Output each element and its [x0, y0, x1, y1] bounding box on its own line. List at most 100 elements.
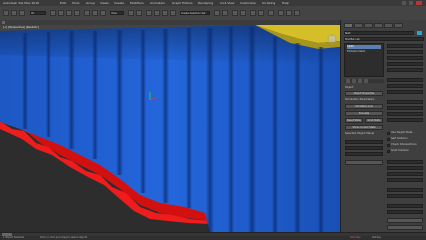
param-field-11[interactable]	[387, 112, 423, 116]
param-field-3[interactable]	[387, 56, 423, 60]
rotate-icon[interactable]	[92, 10, 98, 16]
object-color-swatch[interactable]	[417, 31, 422, 35]
snaps-toggle-icon[interactable]	[146, 10, 152, 16]
self-collision-checkbox[interactable]	[387, 138, 390, 141]
mirror-icon[interactable]	[214, 10, 220, 16]
align-icon[interactable]	[222, 10, 228, 16]
check-intersections-checkbox[interactable]	[387, 144, 390, 147]
param-field-15[interactable]	[387, 172, 423, 176]
graphite-ribbon-icon[interactable]	[240, 10, 246, 16]
simulate-local-button[interactable]: Simulate Local	[345, 104, 383, 109]
maximize-icon[interactable]	[409, 1, 413, 5]
panel-button-bottom-2[interactable]	[387, 225, 423, 230]
simulate-button[interactable]: Simulate	[345, 111, 383, 116]
minimize-icon[interactable]	[402, 1, 406, 5]
link-icon[interactable]	[19, 10, 25, 16]
command-panel: Skirt Modifier List Cloth Editable Mesh …	[340, 20, 426, 232]
show-current-state-button[interactable]: Show Current State	[345, 125, 383, 130]
ribbon-expand-icon[interactable]	[2, 21, 5, 24]
reset-state-button[interactable]: Reset State	[345, 118, 363, 123]
perspective-viewport[interactable]: [+] [Perspective] [Realistic]	[0, 25, 340, 232]
set-key-button[interactable]: Set Key	[372, 236, 381, 240]
create-tab-icon[interactable]	[344, 23, 353, 28]
rendered-frame-window-icon[interactable]	[286, 10, 292, 16]
param-field-10[interactable]	[387, 106, 423, 110]
object-name-field[interactable]: Skirt	[344, 31, 414, 35]
param-field-6[interactable]	[387, 78, 423, 82]
param-left-1[interactable]	[345, 140, 383, 144]
main-toolbar: All View Create Selection Set	[0, 6, 426, 21]
rectangle-selection-icon[interactable]	[66, 10, 72, 16]
grab-state-button[interactable]: Grab State	[365, 118, 383, 123]
utilities-tab-icon[interactable]	[394, 23, 403, 28]
make-unique-icon[interactable]	[358, 79, 362, 83]
pivot-icon[interactable]	[128, 10, 134, 16]
param-field-1[interactable]	[387, 44, 423, 48]
rollout-selected-object-manip[interactable]: Selected Object Manip	[345, 132, 374, 136]
move-icon[interactable]	[84, 10, 90, 16]
panel-button-left-1[interactable]	[345, 160, 383, 165]
close-icon[interactable]	[416, 1, 422, 5]
remove-modifier-icon[interactable]	[364, 79, 368, 83]
cloth-scene	[0, 25, 340, 232]
param-field-19[interactable]	[387, 204, 423, 208]
modifier-stack: Cloth Editable Mesh	[344, 43, 384, 77]
window-crossing-icon[interactable]	[74, 10, 80, 16]
param-field-18[interactable]	[387, 194, 423, 198]
undo-icon[interactable]	[3, 10, 9, 16]
manipulate-icon[interactable]	[136, 10, 142, 16]
selection-filter-dropdown[interactable]: All	[30, 11, 46, 15]
use-target-state-checkbox[interactable]	[387, 132, 390, 135]
param-field-5[interactable]	[387, 68, 423, 72]
named-selection-sets-dropdown[interactable]: Create Selection Set	[180, 11, 210, 15]
param-field-20[interactable]	[387, 210, 423, 214]
spinner-snap-icon[interactable]	[170, 10, 176, 16]
param-field-2[interactable]	[387, 50, 423, 54]
hierarchy-tab-icon[interactable]	[364, 23, 373, 28]
modifier-list-dropdown[interactable]: Modifier List	[344, 37, 424, 41]
param-left-3[interactable]	[345, 152, 383, 156]
select-object-icon[interactable]	[50, 10, 56, 16]
show-end-result-icon[interactable]	[352, 79, 356, 83]
param-field-14[interactable]	[387, 166, 423, 170]
angle-snap-icon[interactable]	[154, 10, 160, 16]
material-editor-icon[interactable]	[268, 10, 274, 16]
render-setup-icon[interactable]	[278, 10, 284, 16]
rollout-object[interactable]: Object	[345, 86, 353, 90]
scale-icon[interactable]	[100, 10, 106, 16]
stack-item-editable-mesh[interactable]: Editable Mesh	[347, 50, 365, 54]
self-collision-label: Self Collision	[391, 137, 408, 140]
curve-editor-icon[interactable]	[250, 10, 256, 16]
param-field-8[interactable]	[387, 90, 423, 94]
object-properties-button[interactable]: Object Properties	[345, 91, 383, 96]
pin-stack-icon[interactable]	[346, 79, 350, 83]
param-field-9[interactable]	[387, 100, 423, 104]
stack-item-cloth[interactable]: Cloth	[347, 45, 381, 49]
param-left-2[interactable]	[345, 146, 383, 150]
redo-icon[interactable]	[11, 10, 17, 16]
param-field-16[interactable]	[387, 178, 423, 182]
status-prompt: Click or click-and-drag to select object…	[40, 236, 88, 239]
render-production-icon[interactable]	[294, 10, 300, 16]
viewport-label[interactable]: [+] [Perspective] [Realistic]	[3, 26, 39, 29]
reference-coordinate-dropdown[interactable]: View	[110, 11, 124, 15]
auto-key-button[interactable]: Auto Key	[350, 236, 361, 240]
param-field-7[interactable]	[387, 84, 423, 88]
param-field-12[interactable]	[387, 118, 423, 122]
stack-controls	[344, 79, 384, 83]
percent-snap-icon[interactable]	[162, 10, 168, 16]
solid-collision-checkbox[interactable]	[387, 150, 390, 153]
rollout-simulation-parameters[interactable]: Simulation Parameters	[345, 98, 375, 102]
panel-button-bottom-1[interactable]	[387, 218, 423, 223]
modify-tab-icon[interactable]	[354, 23, 363, 28]
layer-manager-icon[interactable]	[232, 10, 238, 16]
schematic-view-icon[interactable]	[258, 10, 264, 16]
select-by-name-icon[interactable]	[58, 10, 64, 16]
motion-tab-icon[interactable]	[374, 23, 383, 28]
display-tab-icon[interactable]	[384, 23, 393, 28]
param-field-4[interactable]	[387, 62, 423, 66]
param-field-17[interactable]	[387, 188, 423, 192]
param-field-13[interactable]	[387, 160, 423, 164]
viewcube-icon[interactable]	[327, 34, 337, 44]
check-intersections-label: Check Intersections	[391, 143, 417, 146]
